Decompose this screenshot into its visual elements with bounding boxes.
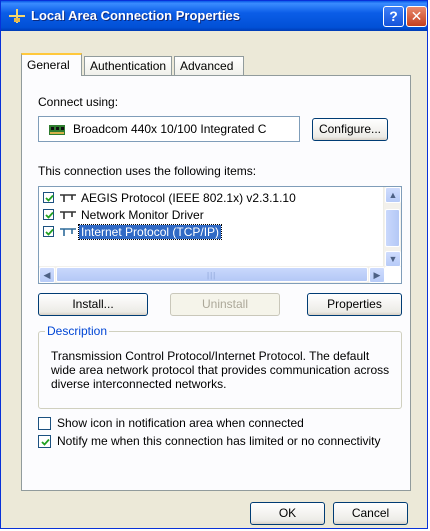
notify-label: Notify me when this connection has limit…	[57, 434, 381, 448]
connect-using-label: Connect using:	[38, 95, 119, 109]
notify-box[interactable]	[38, 435, 51, 448]
check-icon	[41, 438, 50, 446]
ok-button[interactable]: OK	[250, 502, 325, 525]
configure-button[interactable]: Configure...	[312, 118, 388, 141]
properties-dialog: Local Area Connection Properties ? ✕ Gen…	[0, 0, 428, 529]
show-icon-box[interactable]	[38, 417, 51, 430]
description-title: Description	[45, 324, 110, 338]
window-title: Local Area Connection Properties	[31, 8, 241, 23]
item-checkbox[interactable]	[43, 226, 54, 237]
close-button[interactable]: ✕	[406, 6, 427, 27]
components-list[interactable]: AEGIS Protocol (IEEE 802.1x) v2.3.1.10 N…	[38, 186, 402, 284]
title-bar[interactable]: Local Area Connection Properties ? ✕	[1, 1, 427, 31]
tab-authentication[interactable]: Authentication	[84, 56, 172, 75]
protocol-icon	[60, 194, 76, 202]
help-button[interactable]: ?	[383, 6, 404, 27]
scroll-down-button[interactable]: ▼	[385, 251, 401, 267]
horizontal-scrollbar[interactable]: ◀ ||| ▶	[39, 266, 385, 283]
item-checkbox[interactable]	[43, 192, 54, 203]
items-label: This connection uses the following items…	[38, 164, 257, 178]
cancel-button[interactable]: Cancel	[333, 502, 408, 525]
adapter-field: Broadcom 440x 10/100 Integrated C	[38, 116, 300, 142]
item-checkbox[interactable]	[43, 209, 54, 220]
horizontal-scroll-thumb[interactable]: |||	[56, 267, 368, 282]
vertical-scroll-thumb[interactable]	[385, 209, 400, 247]
scroll-up-button[interactable]: ▲	[385, 187, 401, 203]
protocol-icon	[60, 228, 76, 236]
check-icon	[45, 194, 54, 202]
item-label: Internet Protocol (TCP/IP)	[77, 224, 223, 240]
item-label: AEGIS Protocol (IEEE 802.1x) v2.3.1.10	[81, 191, 296, 205]
general-tab-panel: Connect using: Broadcom 440x 10/100 Inte…	[21, 75, 411, 491]
network-connection-icon	[9, 9, 25, 23]
tab-advanced[interactable]: Advanced	[174, 56, 244, 75]
install-button[interactable]: Install...	[38, 293, 148, 316]
properties-button[interactable]: Properties	[307, 293, 402, 316]
description-text: Transmission Control Protocol/Internet P…	[51, 349, 390, 391]
check-icon	[45, 228, 54, 236]
scroll-left-button[interactable]: ◀	[39, 267, 55, 283]
vertical-scrollbar[interactable]: ▲ ▼	[383, 187, 401, 267]
adapter-name: Broadcom 440x 10/100 Integrated C	[73, 122, 267, 136]
protocol-icon	[60, 211, 76, 219]
uninstall-button[interactable]: Uninstall	[170, 293, 280, 316]
item-label: Network Monitor Driver	[81, 208, 204, 222]
show-icon-label: Show icon in notification area when conn…	[57, 416, 304, 430]
check-icon	[45, 211, 54, 219]
description-group: Description Transmission Control Protoco…	[38, 324, 402, 409]
tab-general[interactable]: General	[21, 53, 82, 76]
scroll-right-button[interactable]: ▶	[369, 267, 385, 283]
network-adapter-icon	[49, 125, 65, 135]
